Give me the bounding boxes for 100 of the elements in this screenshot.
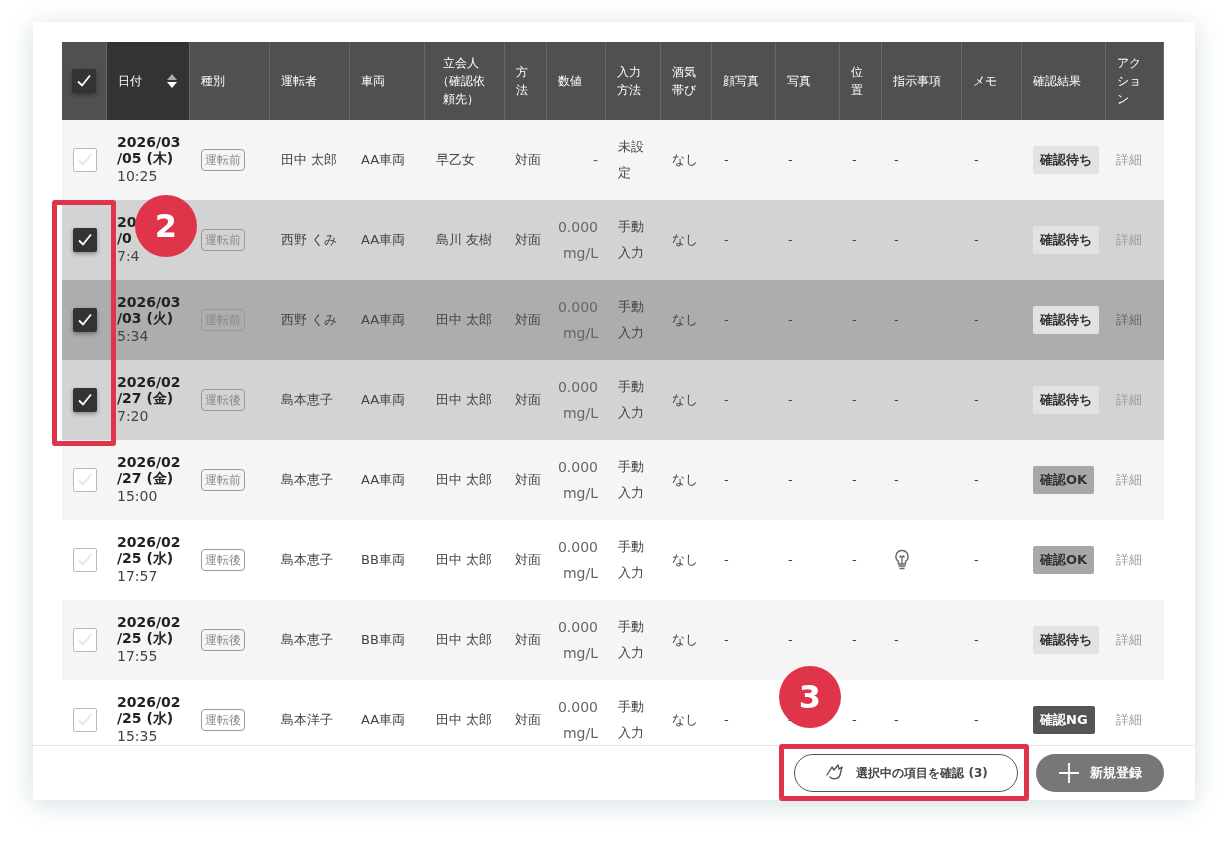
table-cell-text: なし [672, 231, 698, 250]
checkbox[interactable] [72, 708, 97, 732]
table-cell-text: - [894, 471, 899, 490]
column-header: 数値 [558, 73, 582, 90]
table-cell-text: - [974, 631, 979, 650]
table-cell-text: 島川 友樹 [436, 231, 493, 250]
checkbox[interactable] [72, 468, 97, 492]
table-cell-text: 0.000 mg/L [556, 298, 598, 343]
date-text: 2026/02 [117, 454, 181, 470]
table-cell-text: 0.000 mg/L [556, 618, 598, 663]
table-cell-text: - [852, 311, 857, 330]
status-badge: 確認待ち [1033, 626, 1099, 654]
checkbox[interactable] [72, 148, 97, 172]
column-header: 車両 [361, 73, 385, 90]
table-cell-text: - [852, 471, 857, 490]
table-row[interactable]: 2026/03 /05 (木) 10:25 運転前 田中 太郎 AA車両 早乙女 対面 - 未設定 なし - - - - - 確認待ち 詳細 [62, 120, 1164, 200]
table-cell-text: AA車両 [361, 711, 406, 730]
table-cell-text: - [788, 231, 793, 250]
time-text: 5:34 [117, 327, 149, 346]
column-header: 写真 [787, 73, 811, 90]
sort-icon[interactable] [166, 73, 178, 89]
table-cell-text: - [788, 471, 793, 490]
table-cell-text: - [974, 311, 979, 330]
type-tag: 運転前 [201, 229, 245, 251]
checkbox[interactable] [72, 308, 97, 332]
table-cell-text: - [974, 391, 979, 410]
checkbox[interactable] [72, 548, 97, 572]
status-badge: 確認NG [1033, 706, 1095, 734]
time-text: 15:00 [117, 487, 158, 506]
date-text: 2026/02 [117, 614, 181, 630]
table-cell-text: - [788, 551, 793, 570]
column-header: アクション [1117, 55, 1142, 108]
table-cell-text: AA車両 [361, 231, 406, 250]
time-text: 10:25 [117, 167, 158, 186]
confirm-button[interactable]: 選択中の項目を確認 (3) [794, 754, 1018, 792]
checkbox[interactable] [72, 69, 96, 93]
table-cell-text: 対面 [515, 151, 541, 170]
new-button[interactable]: 新規登録 [1036, 754, 1164, 792]
table-cell-text: BB車両 [361, 551, 405, 570]
date-text: 2026/02 [117, 534, 181, 550]
table-row[interactable]: 2026/02 /25 (水) 17:55 運転後 島本恵子 BB車両 田中 太郎 対面 0.000 mg/L 手動入力 なし - - - - - 確認待ち 詳細 [62, 600, 1164, 680]
table-cell-text: - [852, 391, 857, 410]
table-cell-text: 田中 太郎 [436, 391, 493, 410]
table-cell-text: なし [672, 631, 698, 650]
table-cell-text: - [788, 311, 793, 330]
table-cell-text: - [894, 231, 899, 250]
date-text: 2026/03 [117, 134, 181, 150]
table-cell-text: - [894, 631, 899, 650]
type-tag: 運転前 [201, 469, 245, 491]
table-cell-text: 手動入力 [618, 218, 645, 262]
type-tag: 運転後 [201, 629, 245, 651]
table-cell-text: 手動入力 [618, 618, 645, 662]
table-cell-text: AA車両 [361, 391, 406, 410]
table-row[interactable]: 2026/02 /27 (金) 15:00 運転前 島本恵子 AA車両 田中 太郎 対面 0.000 mg/L 手動入力 なし - - - - - 確認OK 詳細 [62, 440, 1164, 520]
table-cell-text: 0.000 mg/L [556, 538, 598, 583]
column-header[interactable]: 日付 [118, 72, 142, 90]
checkbox[interactable] [72, 628, 97, 652]
column-header: 種別 [201, 73, 225, 90]
column-header: 運転者 [281, 73, 317, 90]
table-cell-text: AA車両 [361, 151, 406, 170]
checkbox[interactable] [72, 228, 97, 252]
table-cell-text: - [724, 391, 729, 410]
table-cell-text: 対面 [515, 471, 541, 490]
column-header: 指示事項 [893, 73, 941, 90]
table-cell-text: 田中 太郎 [436, 471, 493, 490]
column-header: メモ [973, 73, 997, 90]
table-cell-text: - [894, 151, 899, 170]
table-cell-text: 田中 太郎 [436, 311, 493, 330]
date-text: 2026/03 [117, 294, 181, 310]
table-cell-text: - [788, 151, 793, 170]
checkbox[interactable] [72, 388, 97, 412]
date-text: 2026/02 [117, 694, 181, 710]
table-cell-text: 西野 くみ [281, 311, 338, 330]
table-cell-text: 手動入力 [618, 698, 645, 742]
table-cell-text: - [894, 311, 899, 330]
table-cell-text: 田中 太郎 [436, 551, 493, 570]
status-badge: 確認待ち [1033, 386, 1099, 414]
table-cell-text: 対面 [515, 231, 541, 250]
table-cell-text: 手動入力 [618, 538, 645, 582]
table-cell-text: なし [672, 711, 698, 730]
table-cell-text: - [788, 711, 793, 730]
table-cell-text: 島本恵子 [281, 391, 333, 410]
table-cell-text: - [894, 711, 899, 730]
date-text: 2026/02 [117, 374, 181, 390]
table-cell-text: 田中 太郎 [281, 151, 338, 170]
status-badge: 確認待ち [1033, 146, 1099, 174]
table-cell-text: 未設定 [618, 138, 645, 182]
table-cell-text: 0.000 mg/L [556, 378, 598, 423]
table-cell-text: 手動入力 [618, 298, 645, 342]
lightbulb-icon[interactable] [894, 549, 910, 571]
table-cell-text: 0.000 mg/L [556, 458, 598, 503]
date-text: /05 (木) [117, 150, 174, 166]
time-text: 15:35 [117, 727, 158, 745]
table-cell-text: - [852, 551, 857, 570]
column-header: 確認結果 [1033, 73, 1081, 90]
table-cell-text: 島本洋子 [281, 711, 333, 730]
table-cell-text: 0.000 mg/L [556, 698, 598, 743]
date-text: /25 (水) [117, 710, 174, 726]
table-cell-text: - [894, 391, 899, 410]
table-cell-text: - [724, 311, 729, 330]
